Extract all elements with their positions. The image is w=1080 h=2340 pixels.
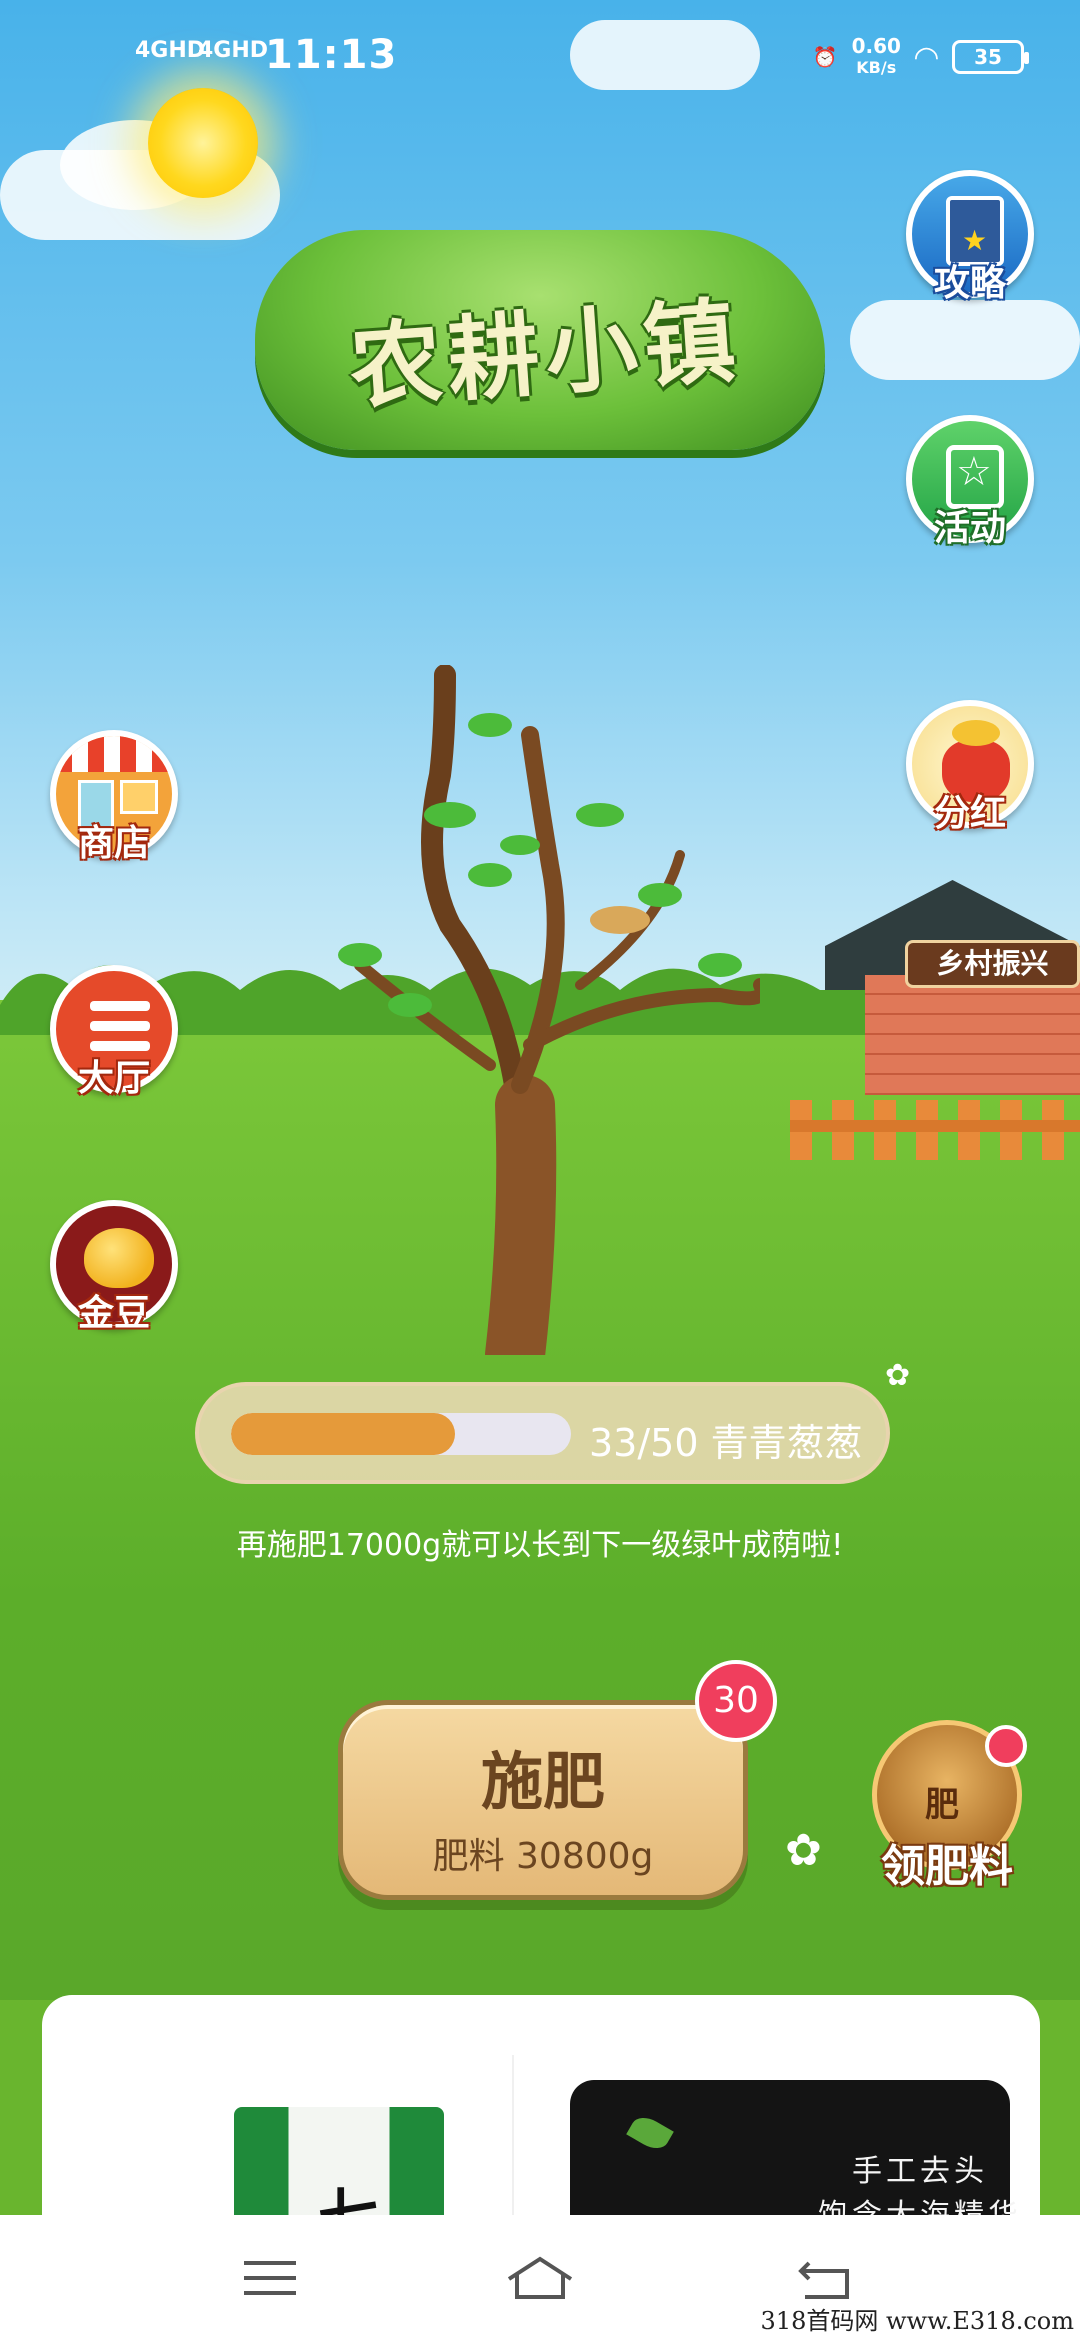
dividend-button[interactable]: 分红 bbox=[900, 700, 1040, 836]
progress-fill bbox=[231, 1413, 456, 1455]
navigation-bar: 318首码网 www.E318.com bbox=[0, 2215, 1080, 2340]
fertilizer-amount: 肥料 30800g bbox=[432, 1836, 654, 1877]
get-fertilizer-label: 领肥料 bbox=[881, 1841, 1013, 1892]
gold-bean-button[interactable]: 金豆 bbox=[44, 1200, 184, 1336]
bird-icon bbox=[590, 906, 650, 934]
product-text-1: 手工去头 bbox=[852, 2154, 988, 2189]
tree[interactable] bbox=[320, 665, 760, 1355]
fertilize-count-badge: 30 bbox=[695, 1660, 777, 1742]
signal-2-icon: 4GHD bbox=[198, 38, 269, 63]
watermark: 318首码网 www.E318.com bbox=[760, 2307, 1074, 2335]
notification-dot bbox=[985, 1725, 1027, 1767]
guide-label: 攻略 bbox=[933, 263, 1006, 304]
growth-progress: 33/50 青青葱葱 bbox=[195, 1382, 890, 1484]
hall-button[interactable]: 大厅 bbox=[44, 965, 184, 1101]
guide-button[interactable]: ★ 攻略 bbox=[900, 170, 1040, 306]
menu-icon[interactable] bbox=[240, 2253, 300, 2303]
progress-text: 33/50 青青葱葱 bbox=[589, 1421, 863, 1465]
wifi-icon: ◠ bbox=[914, 39, 938, 75]
hall-label: 大厅 bbox=[77, 1058, 150, 1099]
shop-label: 商店 bbox=[77, 823, 150, 864]
net-speed-value: 0.60 bbox=[851, 34, 901, 58]
net-speed-unit: KB/s bbox=[856, 58, 897, 77]
leaf-icon bbox=[626, 2111, 674, 2155]
battery-icon: 35 bbox=[952, 40, 1029, 74]
game-logo: 农耕小镇 bbox=[255, 210, 825, 460]
fence-rail bbox=[790, 1120, 1080, 1132]
clock: 11:13 bbox=[265, 32, 398, 78]
gold-bean-label: 金豆 bbox=[77, 1293, 150, 1334]
cloud bbox=[850, 300, 1080, 380]
bag-text: 肥 bbox=[925, 1785, 959, 1825]
alarm-icon: ⏰ bbox=[812, 45, 838, 69]
activity-button[interactable]: ☆ 活动 bbox=[900, 415, 1040, 551]
home-icon[interactable] bbox=[505, 2253, 575, 2303]
house-body bbox=[865, 975, 1080, 1095]
village-house[interactable]: 乡村振兴 bbox=[805, 880, 1080, 1110]
ad-card[interactable]: 七 手工去头 饱含大海精华 bbox=[42, 1995, 1040, 2235]
dividend-label: 分红 bbox=[933, 793, 1006, 834]
flower-icon: ✿ bbox=[885, 1358, 911, 1393]
signal-1-icon: 4GHD bbox=[135, 38, 206, 63]
fertilize-title: 施肥 bbox=[480, 1745, 605, 1818]
flower-icon: ✿ bbox=[785, 1825, 822, 1876]
growth-hint: 再施肥17000g就可以长到下一级绿叶成荫啦! bbox=[236, 1528, 844, 1563]
house-sign: 乡村振兴 bbox=[905, 940, 1080, 988]
product-left[interactable]: 七 bbox=[74, 2055, 514, 2235]
activity-label: 活动 bbox=[933, 508, 1006, 549]
shop-button[interactable]: 商店 bbox=[44, 730, 184, 866]
back-icon[interactable] bbox=[795, 2253, 855, 2303]
net-speed: 0.60 KB/s bbox=[852, 36, 901, 78]
status-right: ⏰ 0.60 KB/s ◠ 35 bbox=[812, 36, 1029, 78]
progress-track bbox=[231, 1413, 571, 1455]
product-right[interactable]: 手工去头 饱含大海精华 bbox=[570, 2080, 1018, 2235]
status-bar: 4GHD 4GHD 11:13 ⏰ 0.60 KB/s ◠ 35 bbox=[0, 0, 1080, 110]
fertilize-button[interactable]: 施肥 肥料 30800g bbox=[338, 1700, 748, 1900]
